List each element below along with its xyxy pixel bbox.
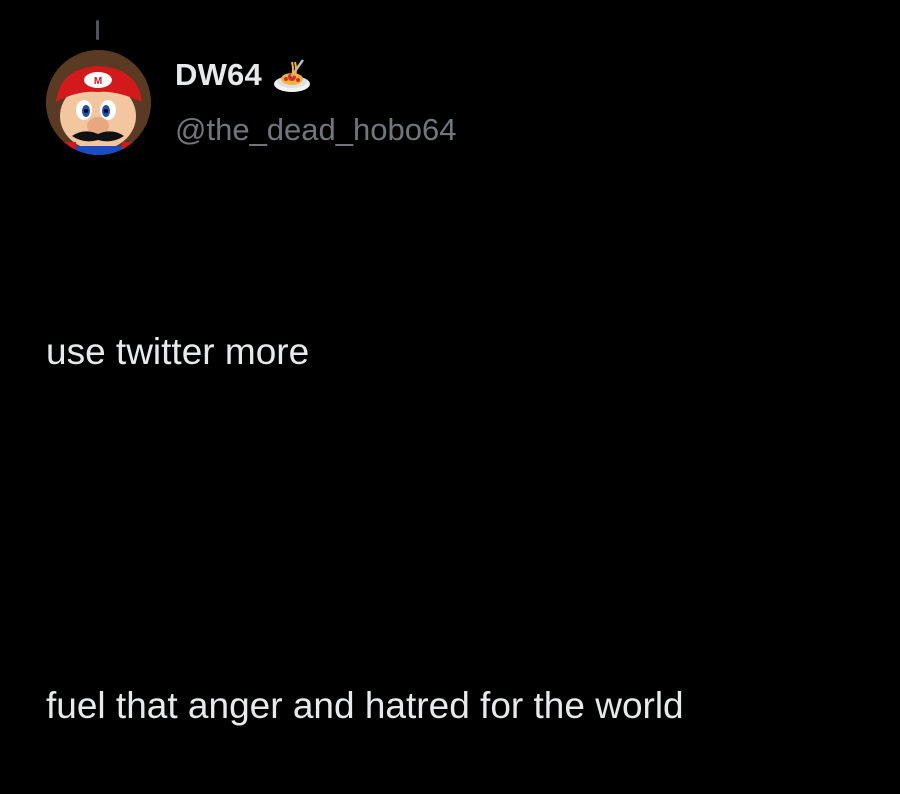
- tweet-text: use twitter more fuel that anger and hat…: [46, 204, 886, 794]
- mario-face-icon: M: [46, 50, 151, 155]
- avatar[interactable]: M: [46, 50, 151, 155]
- spaghetti-icon: [273, 59, 310, 92]
- tweet-line-1: use twitter more: [46, 331, 310, 372]
- author-name-row[interactable]: DW64: [175, 54, 316, 96]
- svg-text:M: M: [94, 76, 102, 87]
- display-name[interactable]: DW64: [175, 57, 262, 93]
- user-handle[interactable]: @the_dead_hobo64: [175, 112, 456, 148]
- tweet-line-3: fuel that anger and hatred for the world: [46, 685, 684, 726]
- tweet-line-2: [46, 499, 886, 558]
- thread-connector-line: [96, 20, 99, 40]
